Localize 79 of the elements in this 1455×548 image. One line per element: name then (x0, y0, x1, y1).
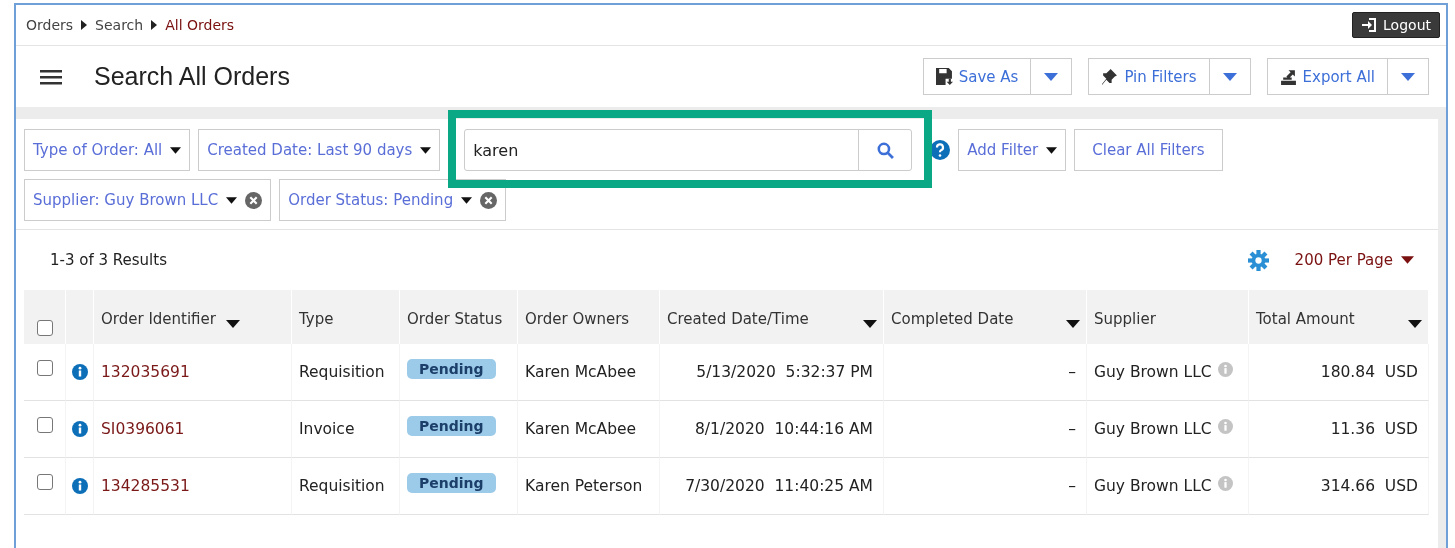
caret-icon (1044, 72, 1059, 81)
pin-icon (1101, 68, 1119, 85)
info-icon[interactable] (71, 364, 88, 380)
owner-cell: Karen McAbee (518, 401, 660, 458)
caret-icon (461, 196, 473, 204)
chevron-icon (151, 20, 158, 30)
info-icon[interactable] (71, 478, 88, 494)
results-count: 1-3 of 3 Results (50, 251, 167, 269)
breadcrumb-link[interactable]: Orders (26, 17, 74, 33)
logout-button[interactable]: Logout (1352, 12, 1440, 38)
per-page-dropdown[interactable]: 200 Per Page (1288, 250, 1420, 270)
supplier-name: Guy Brown LLC (1094, 363, 1212, 381)
search-icon[interactable] (876, 141, 894, 159)
sort-icon[interactable] (1408, 320, 1422, 328)
search-box[interactable]: karen (464, 129, 913, 171)
status-badge: Pending (407, 473, 496, 493)
supplier-name: Guy Brown LLC (1094, 420, 1212, 438)
clear-filters-button[interactable]: Clear All Filters (1074, 129, 1223, 171)
order-id-link[interactable]: 132035691 (101, 363, 190, 381)
order-id-link[interactable]: 134285531 (101, 477, 190, 495)
completed-cell: – (884, 344, 1087, 401)
row-checkbox[interactable] (36, 474, 53, 490)
breadcrumb-link[interactable]: All Orders (165, 17, 235, 33)
order-id-link[interactable]: SI0396061 (101, 420, 185, 438)
logout-icon (1361, 17, 1378, 33)
export-icon (1279, 68, 1297, 85)
filter-dropdown[interactable]: Type of Order: All (24, 129, 191, 171)
type-cell: Requisition (292, 344, 400, 401)
row-checkbox[interactable] (36, 360, 53, 376)
select-all-checkbox[interactable] (36, 320, 53, 336)
help-icon[interactable] (930, 140, 951, 160)
add-filter-button[interactable]: Add Filter (958, 129, 1067, 171)
column-header[interactable]: Supplier (1087, 290, 1249, 344)
caret-icon (1046, 146, 1058, 154)
owner-cell: Karen Peterson (518, 458, 660, 515)
column-header[interactable]: Completed Date (884, 290, 1087, 344)
sort-icon[interactable] (1066, 320, 1080, 328)
column-header[interactable]: Order Status (400, 290, 518, 344)
caret-icon (420, 146, 432, 154)
status-badge: Pending (407, 416, 496, 436)
status-badge: Pending (407, 359, 496, 379)
breadcrumb-link[interactable]: Search (95, 17, 144, 33)
supplier-name: Guy Brown LLC (1094, 477, 1212, 495)
column-header[interactable]: Order Owners (518, 290, 660, 344)
sort-icon[interactable] (863, 320, 877, 328)
amount-cell: 314.66 USD (1249, 458, 1429, 515)
column-header[interactable]: Created Date/Time (660, 290, 884, 344)
amount-cell: 11.36 USD (1249, 401, 1429, 458)
caret-icon (1401, 256, 1414, 264)
remove-icon[interactable] (480, 191, 498, 209)
completed-cell: – (884, 458, 1087, 515)
type-cell: Invoice (292, 401, 400, 458)
info-icon[interactable] (71, 421, 88, 437)
menu-icon[interactable] (40, 68, 62, 85)
caret-icon (170, 146, 182, 154)
remove-icon[interactable] (245, 191, 263, 209)
filter-dropdown[interactable]: Order Status: Pending (279, 179, 507, 221)
completed-cell: – (884, 401, 1087, 458)
sort-icon[interactable] (225, 320, 240, 328)
caret-icon (1222, 72, 1237, 81)
chevron-icon (81, 20, 88, 30)
filter-dropdown[interactable]: Created Date: Last 90 days (198, 129, 441, 171)
owner-cell: Karen McAbee (518, 344, 660, 401)
save-icon (935, 68, 953, 85)
created-cell: 8/1/2020 10:44:16 AM (660, 401, 884, 458)
filter-dropdown[interactable]: Supplier: Guy Brown LLC (24, 179, 272, 221)
settings-icon[interactable] (1247, 249, 1269, 271)
caret-icon (1401, 72, 1415, 81)
page-title: Search All Orders (94, 62, 290, 91)
column-header[interactable]: Order Identifier (94, 290, 292, 344)
caret-icon (226, 196, 238, 204)
created-cell: 7/30/2020 11:40:25 AM (660, 458, 884, 515)
column-header[interactable]: Total Amount (1249, 290, 1429, 344)
column-header[interactable]: Type (292, 290, 400, 344)
type-cell: Requisition (292, 458, 400, 515)
created-cell: 5/13/2020 5:32:37 PM (660, 344, 884, 401)
row-checkbox[interactable] (36, 417, 53, 433)
search-field[interactable]: karen (465, 130, 859, 170)
amount-cell: 180.84 USD (1249, 344, 1429, 401)
